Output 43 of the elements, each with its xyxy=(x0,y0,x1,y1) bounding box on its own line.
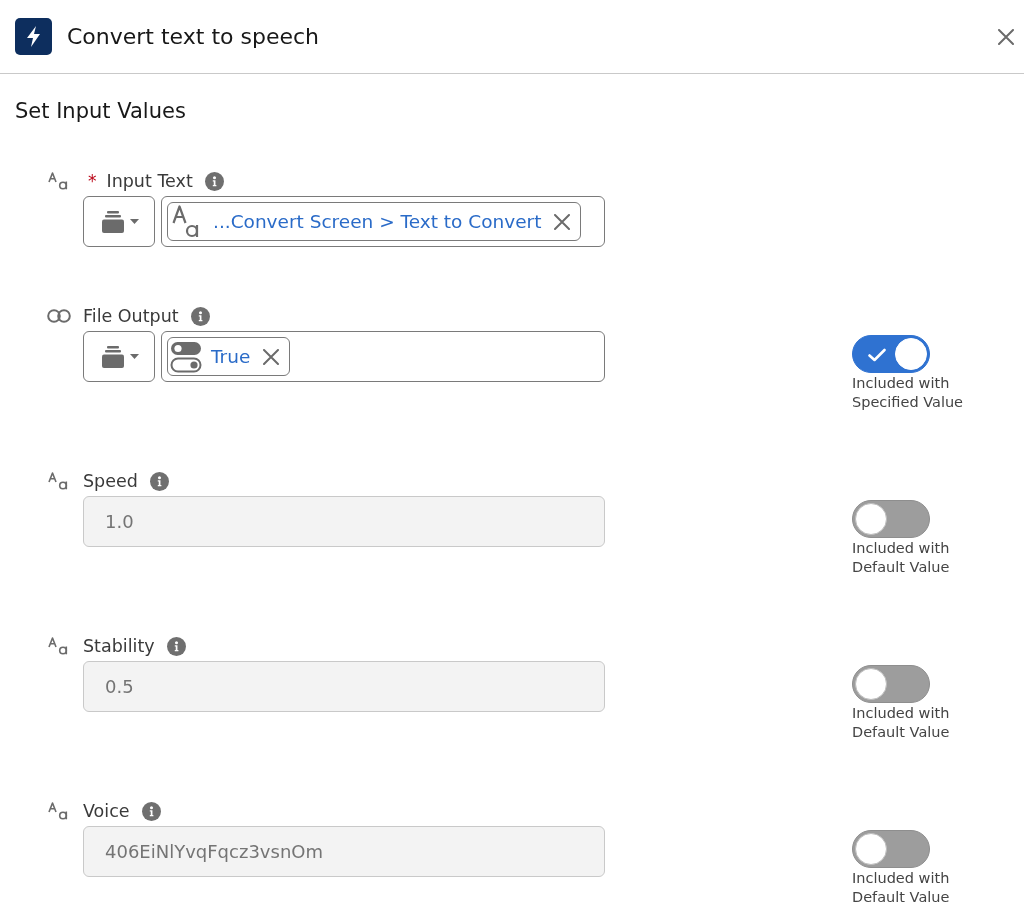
text-type-icon xyxy=(172,205,200,238)
panel-title: Convert text to speech xyxy=(67,24,319,49)
resource-field[interactable]: ...Convert Screen > Text to Convert xyxy=(161,196,605,247)
resource-value: True xyxy=(211,346,251,367)
field-label: Speed xyxy=(83,471,138,491)
field-label: Voice xyxy=(83,801,130,821)
field-label: File Output xyxy=(83,306,179,326)
resource-picker-button[interactable] xyxy=(83,196,155,247)
caret-icon xyxy=(129,354,139,359)
required-mark: * xyxy=(88,171,97,191)
caret-icon xyxy=(129,219,139,224)
text-type-icon xyxy=(48,802,70,820)
info-icon[interactable] xyxy=(149,471,169,491)
text-type-icon xyxy=(48,172,70,190)
stack-icon xyxy=(101,210,124,233)
linked-rings-icon xyxy=(47,309,71,323)
text-type-icon xyxy=(48,472,70,490)
toggle-label: Included with Default Value xyxy=(852,539,951,577)
resource-field[interactable]: True xyxy=(161,331,605,382)
remove-icon[interactable] xyxy=(263,348,280,365)
section-title: Set Input Values xyxy=(15,98,186,124)
field-value: 1.0 xyxy=(105,511,134,532)
lightning-icon xyxy=(15,18,52,55)
field-value: 0.5 xyxy=(105,676,134,697)
info-icon[interactable] xyxy=(141,801,161,821)
info-icon[interactable] xyxy=(166,636,186,656)
toggle-type-icon xyxy=(170,340,202,373)
info-icon[interactable] xyxy=(204,171,224,191)
field-label: Stability xyxy=(83,636,155,656)
toggle-label: Included with Default Value xyxy=(852,704,951,742)
field-value: 406EiNlYvqFqcz3vsnOm xyxy=(105,841,323,862)
remove-icon[interactable] xyxy=(554,213,571,230)
stack-icon xyxy=(101,345,124,368)
check-icon xyxy=(868,348,886,362)
text-type-icon xyxy=(48,637,70,655)
resource-picker-button[interactable] xyxy=(83,331,155,382)
toggle-label: Included with Default Value xyxy=(852,869,951,907)
toggle-label: Included with Specified Value xyxy=(852,374,964,412)
close-icon[interactable] xyxy=(998,28,1014,45)
info-icon[interactable] xyxy=(190,306,210,326)
include-toggle[interactable] xyxy=(852,335,930,373)
field-label: Input Text xyxy=(106,171,193,191)
resource-value: ...Convert Screen > Text to Convert xyxy=(213,211,542,232)
